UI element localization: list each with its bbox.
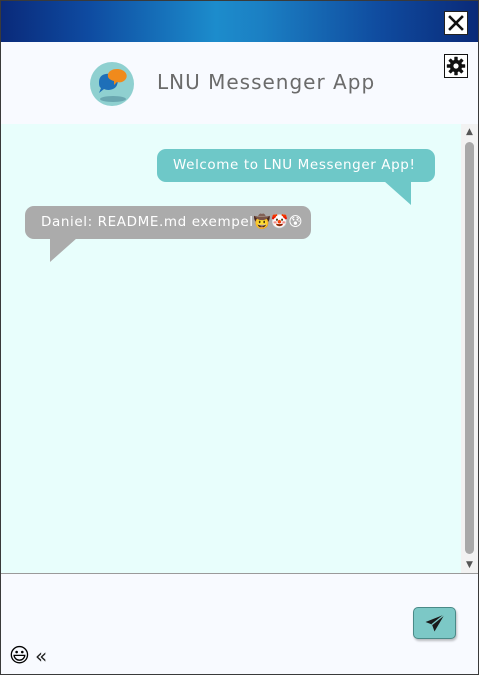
bubble-tail (384, 181, 411, 205)
messenger-window: LNU Messenger App Welcome to LNU Messeng… (0, 0, 479, 675)
title-bar[interactable] (1, 1, 478, 42)
message-list[interactable]: Welcome to LNU Messenger App! Daniel: RE… (1, 124, 461, 573)
message-bubble-own: Welcome to LNU Messenger App! (157, 149, 435, 182)
settings-button[interactable] (444, 54, 468, 78)
emoji-picker-button[interactable]: 😃 (9, 644, 30, 666)
paper-plane-icon (425, 613, 445, 632)
scroll-down-arrow[interactable]: ▼ (461, 558, 478, 572)
message-bubble-other: Daniel: README.md exempel🤠🤡😰 (25, 206, 311, 239)
close-icon (448, 15, 464, 31)
bubble-tail (50, 238, 77, 262)
message-input[interactable] (1, 574, 478, 674)
chat-bubbles-logo (90, 62, 134, 106)
close-button[interactable] (444, 11, 468, 35)
collapse-toggle[interactable]: « (35, 645, 47, 667)
gear-icon (446, 56, 466, 76)
chat-scrollbar[interactable]: ▲ ▼ (461, 124, 478, 573)
scroll-up-arrow[interactable]: ▲ (461, 125, 478, 139)
scroll-thumb[interactable] (465, 142, 474, 554)
app-header: LNU Messenger App (1, 42, 478, 124)
app-title: LNU Messenger App (157, 70, 376, 94)
send-button[interactable] (413, 607, 456, 639)
